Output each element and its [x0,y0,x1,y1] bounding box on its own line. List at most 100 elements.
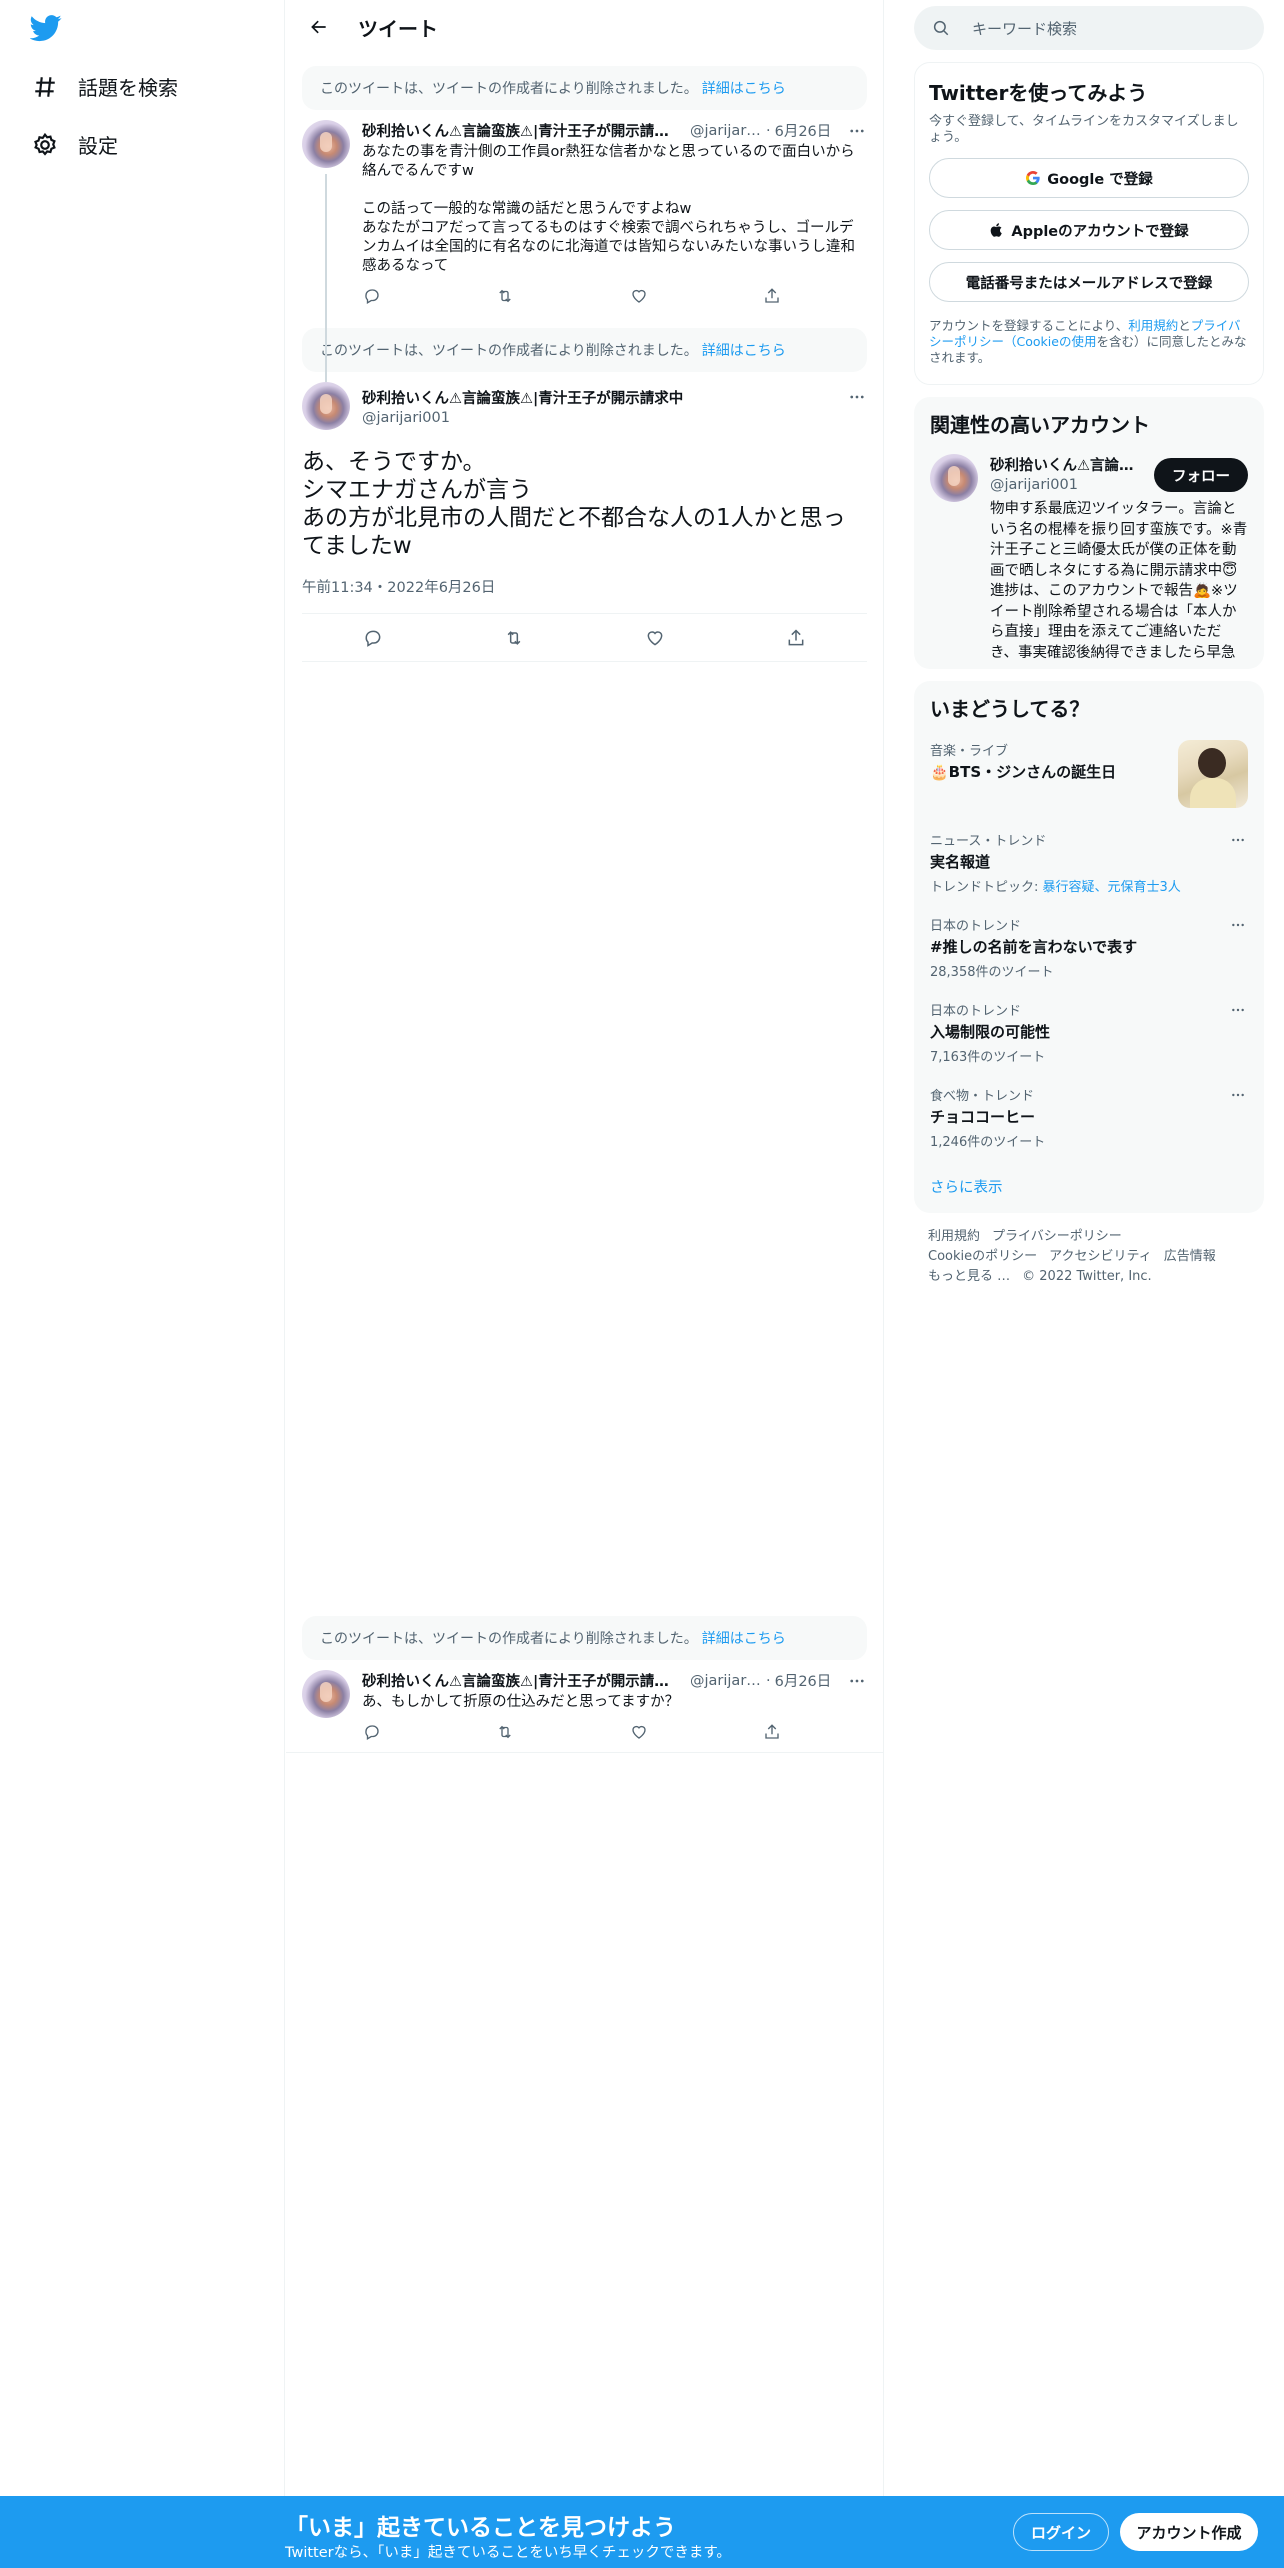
google-signup-button[interactable]: Google で登録 [929,158,1249,198]
page-title: ツイート [358,16,438,41]
related-user-name[interactable]: 砂利拾いくん⚠言論蛮族⚠|青汁王子が開示請求中 [990,454,1140,475]
trend-tweet-count: 28,358件のツイート [930,965,1054,980]
trend-item[interactable]: 日本のトレンド #推しの名前を言わないで表す 28,358件のツイート [930,915,1248,980]
reply-icon[interactable] [363,628,383,648]
deleted-notice-text: このツイートは、ツイートの作成者により削除されました。 [320,1631,698,1647]
tweet-text: あ、もしかして折原の仕込みだと思ってますか？ [362,1694,680,1710]
like-icon[interactable] [629,286,649,306]
avatar[interactable] [930,454,978,502]
trend-title: 実名報道 [930,853,991,871]
trend-topics: トレンドトピック: 暴行容疑、元保育士3人 [930,876,1248,895]
search-bar[interactable]: キーワード検索 [914,6,1264,50]
terms-notice: アカウントを登録することにより、利用規約とプライバシーポリシー（Cookieの使… [929,318,1249,366]
tweet-date[interactable]: 6月26日 [775,1670,832,1691]
footer-link[interactable]: プライバシーポリシー [992,1229,1122,1244]
retweet-icon[interactable] [495,286,515,306]
more-options-icon[interactable] [847,387,867,407]
learn-more-link[interactable]: 詳細はこちら [702,340,786,360]
footer-link[interactable]: アクセシビリティ [1049,1249,1152,1264]
apple-signup-label: Appleのアカウントで登録 [1011,223,1189,240]
tweet-author-handle[interactable]: @jarijari001 [690,123,762,139]
search-input[interactable]: キーワード検索 [972,18,1077,39]
tweet-author-handle[interactable]: @jarijari001 [362,410,867,426]
more-options-icon[interactable] [1228,830,1248,850]
tweet-timestamp[interactable]: 午前11:34・2022年6月26日 [302,576,867,614]
phone-signup-label: 電話番号またはメールアドレスで登録 [965,275,1213,292]
deleted-notice-text: このツイートは、ツイートの作成者により削除されました。 [320,343,698,359]
sidebar-right: キーワード検索 Twitterを使ってみよう 今すぐ登録して、タイムラインをカス… [914,0,1264,1287]
back-arrow-icon[interactable] [302,10,336,44]
trend-title: チョココーヒー [930,1108,1036,1126]
footer-link[interactable]: Cookieのポリシー [928,1249,1037,1264]
phone-email-signup-button[interactable]: 電話番号またはメールアドレスで登録 [929,262,1249,302]
nav-explore[interactable]: 話題を検索 [32,72,178,101]
terms-link[interactable]: 利用規約 [1128,318,1178,333]
reply-icon[interactable] [362,1722,382,1742]
header: ツイート [286,0,883,54]
more-options-icon[interactable] [1228,1085,1248,1105]
twitter-bird-icon[interactable] [30,12,66,48]
retweet-icon[interactable] [495,1722,515,1742]
trend-item[interactable]: ニュース・トレンド 実名報道 トレンドトピック: 暴行容疑、元保育士3人 [930,830,1248,895]
learn-more-link[interactable]: 詳細はこちら [702,78,786,98]
trends-title: いまどうしてる？ [930,697,1090,721]
deleted-tweet-notice: このツイートは、ツイートの作成者により削除されました。 詳細はこちら [302,328,867,372]
related-user[interactable]: 砂利拾いくん⚠言論蛮族⚠|青汁王子が開示請求中 @jarijari001 物申す… [930,454,1248,663]
footer-link[interactable]: 利用規約 [928,1229,980,1244]
tweet-text: あ、そうですか。 シマエナガさんが言う あの方が北見市の人間だと不都合な人の1人… [302,449,846,559]
share-icon[interactable] [762,1722,782,1742]
more-options-icon[interactable] [1228,1000,1248,1020]
signup-subtitle: 今すぐ登録して、タイムラインをカスタマイズしましょう。 [929,114,1239,145]
trend-item[interactable]: 音楽・ライブ 🎂BTS・ジンさんの誕生日 [930,740,1248,810]
separator-dot: · [766,122,771,139]
share-icon[interactable] [786,628,806,648]
related-user-bio: 物申す系最底辺ツイッタラー。言論という名の棍棒を振り回す蛮族です。※青汁王子こと… [990,501,1248,661]
thread-line [325,174,327,392]
follow-button[interactable]: フォロー [1154,458,1248,492]
share-icon[interactable] [762,286,782,306]
trend-topics-prefix: トレンドトピック: [930,880,1043,895]
retweet-icon[interactable] [504,628,524,648]
apple-signup-button[interactable]: Appleのアカウントで登録 [929,210,1249,250]
create-account-button[interactable]: アカウント作成 [1120,2513,1258,2551]
reply-icon[interactable] [362,286,382,306]
tweet-author-name[interactable]: 砂利拾いくん⚠言論蛮族⚠|青汁王子が開示請求中 [362,1670,680,1691]
copyright: © 2022 Twitter, Inc. [1022,1269,1152,1284]
trend-item[interactable]: 食べ物・トレンド チョココーヒー 1,246件のツイート [930,1085,1248,1150]
reply-tweet[interactable]: 砂利拾いくん⚠言論蛮族⚠|青汁王子が開示請求中 @jarijari001 · 6… [286,110,883,392]
avatar[interactable] [302,382,350,430]
nav-settings[interactable]: 設定 [32,130,118,159]
related-accounts-card: 関連性の高いアカウント 砂利拾いくん⚠言論蛮族⚠|青汁王子が開示請求中 @jar… [914,397,1264,669]
tweet-author-handle[interactable]: @jarijari001 [690,1673,762,1689]
trends-card: いまどうしてる？ 音楽・ライブ 🎂BTS・ジンさんの誕生日 ニュース・トレンド … [914,681,1264,1213]
footer-link[interactable]: 広告情報 [1164,1249,1216,1264]
more-options-icon[interactable] [847,121,867,141]
tweet-author-name[interactable]: 砂利拾いくん⚠言論蛮族⚠|青汁王子が開示請求中 [362,387,683,408]
google-signup-label: Google で登録 [1047,171,1153,188]
like-icon[interactable] [629,1722,649,1742]
hashtag-icon [32,74,58,100]
login-button[interactable]: ログイン [1013,2513,1109,2551]
footer-link[interactable]: もっと見る … [928,1269,1010,1284]
signup-banner: 「いま」起きていることを見つけよう Twitterなら、「いま」起きていることを… [0,2496,1284,2568]
tweet-actions [362,1722,782,1742]
avatar[interactable] [302,120,350,168]
trend-context: 食べ物・トレンド [930,1089,1035,1104]
more-options-icon[interactable] [847,1671,867,1691]
trend-thumbnail [1178,740,1248,808]
more-options-icon[interactable] [1228,915,1248,935]
like-icon[interactable] [645,628,665,648]
reply-tweet[interactable]: 砂利拾いくん⚠言論蛮族⚠|青汁王子が開示請求中 @jarijari001 · 6… [286,1660,883,1753]
show-more-link[interactable]: さらに表示 [930,1176,1248,1213]
learn-more-link[interactable]: 詳細はこちら [702,1628,786,1648]
deleted-tweet-notice: このツイートは、ツイートの作成者により削除されました。 詳細はこちら [302,66,867,110]
left-navigation: 話題を検索 設定 [0,0,285,2496]
trend-topic-links[interactable]: 暴行容疑、元保育士3人 [1043,880,1181,895]
tweet-author-name[interactable]: 砂利拾いくん⚠言論蛮族⚠|青汁王子が開示請求中 [362,120,680,141]
trend-item[interactable]: 日本のトレンド 入場制限の可能性 7,163件のツイート [930,1000,1248,1065]
cookie-link[interactable]: （Cookieの使用 [1004,334,1096,349]
trend-context: 日本のトレンド [930,1004,1022,1019]
tweet-date[interactable]: 6月26日 [775,120,832,141]
tweet-text: あなたの事を青汁側の工作員or熱狂な信者かなと思っているので面白いから絡んでるん… [362,144,855,274]
avatar[interactable] [302,1670,350,1718]
